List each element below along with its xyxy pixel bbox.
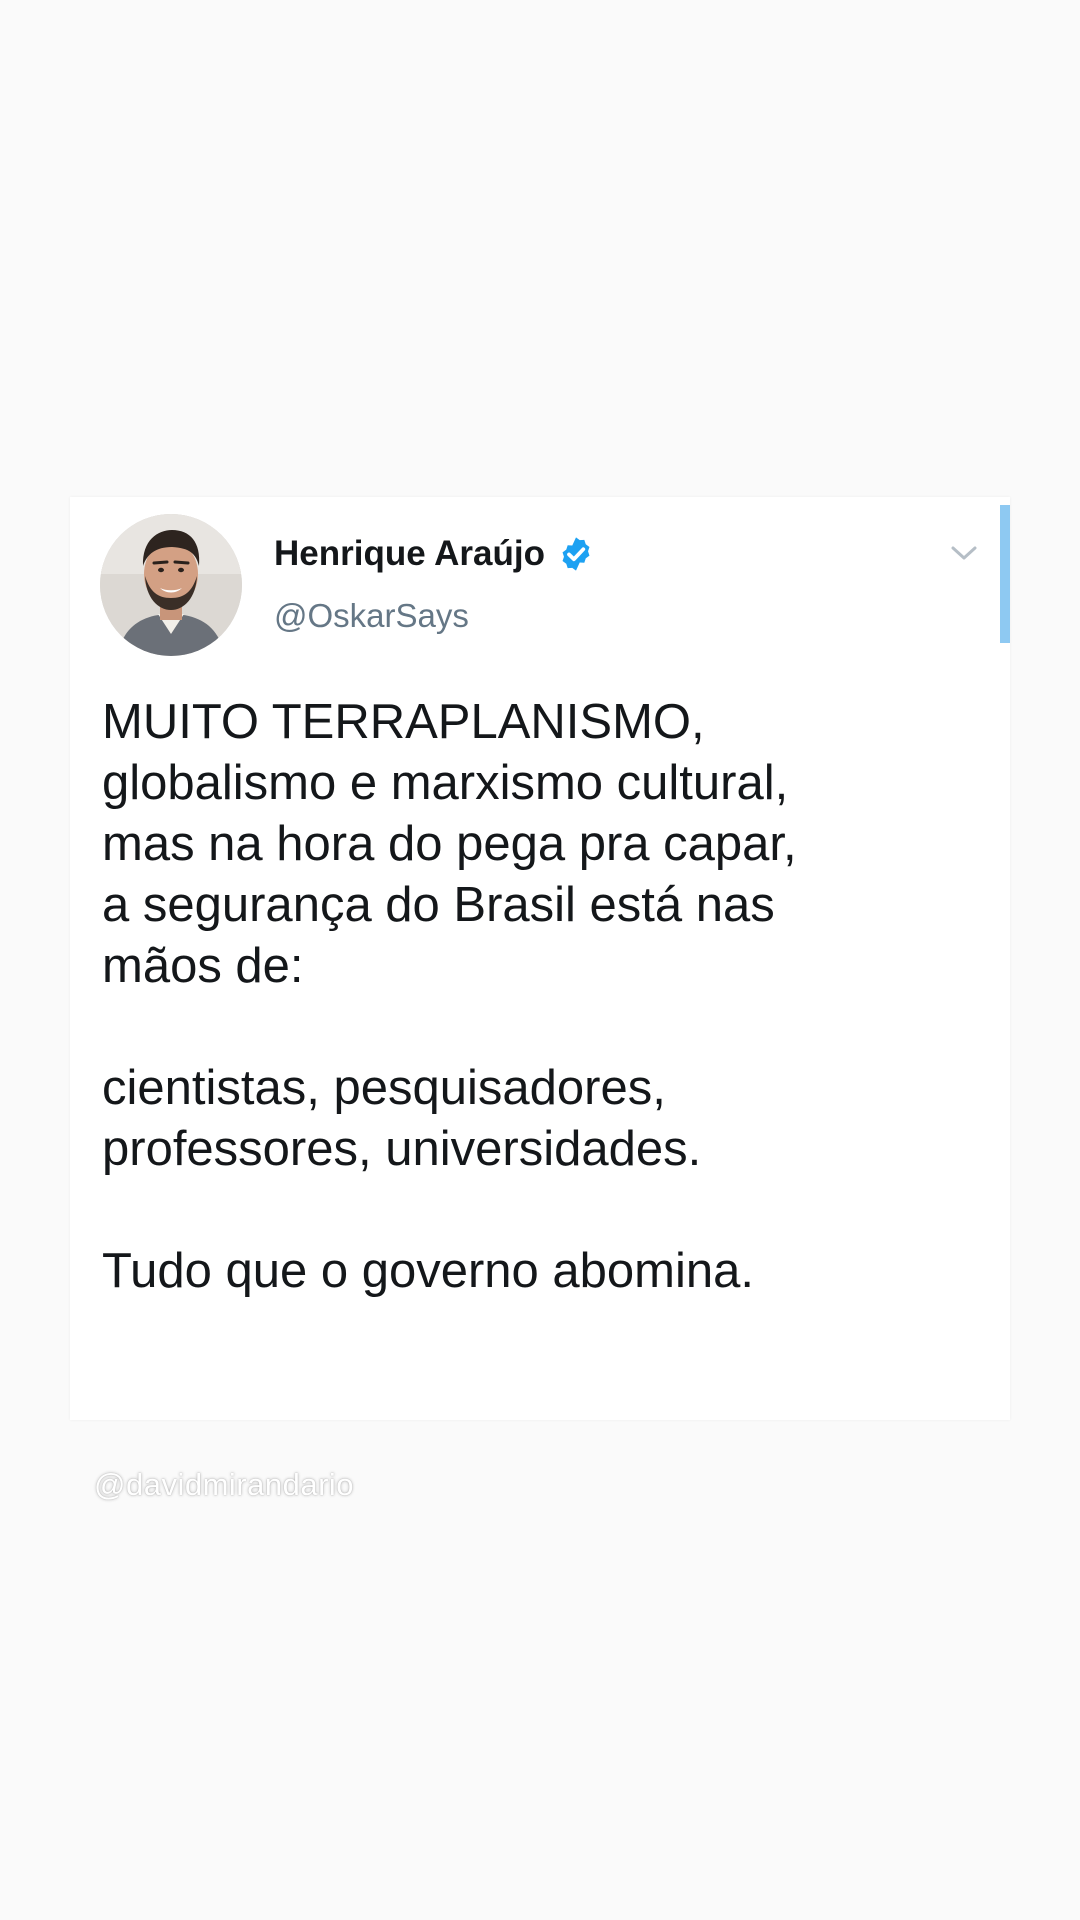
- author-handle[interactable]: @OskarSays: [274, 597, 469, 635]
- tweet-paragraph: Tudo que o governo abomina.: [102, 1241, 982, 1302]
- tweet-paragraph: cientistas, pesquisadores, professores, …: [102, 1058, 982, 1180]
- verified-badge-icon: [562, 537, 590, 571]
- tweet-line: MUITO TERRAPLANISMO,: [102, 695, 705, 749]
- scroll-indicator[interactable]: [1000, 505, 1010, 643]
- tweet-line: mas na hora do pega pra capar,: [102, 817, 797, 871]
- tweet-card[interactable]: Henrique Araújo @OskarSays MUITO TERRAPL…: [70, 497, 1010, 1420]
- tweet-line: a segurança do Brasil está nas: [102, 878, 775, 932]
- tweet-line: globalismo e marxismo cultural,: [102, 756, 789, 810]
- chevron-down-icon[interactable]: [947, 539, 981, 567]
- tweet-text: MUITO TERRAPLANISMO, globalismo e marxis…: [102, 692, 982, 1302]
- tweet-line: professores, universidades.: [102, 1122, 702, 1176]
- user-avatar[interactable]: [100, 514, 242, 656]
- author-display-name[interactable]: Henrique Araújo: [274, 534, 545, 574]
- watermark: @davidmirandario: [94, 1467, 355, 1502]
- tweet-line: cientistas, pesquisadores,: [102, 1061, 666, 1115]
- author-name-row: Henrique Araújo: [274, 532, 595, 576]
- avatar-photo-icon: [100, 514, 242, 656]
- tweet-line: mãos de:: [102, 939, 304, 993]
- tweet-line: Tudo que o governo abomina.: [102, 1244, 754, 1298]
- tweet-paragraph: MUITO TERRAPLANISMO, globalismo e marxis…: [102, 692, 982, 997]
